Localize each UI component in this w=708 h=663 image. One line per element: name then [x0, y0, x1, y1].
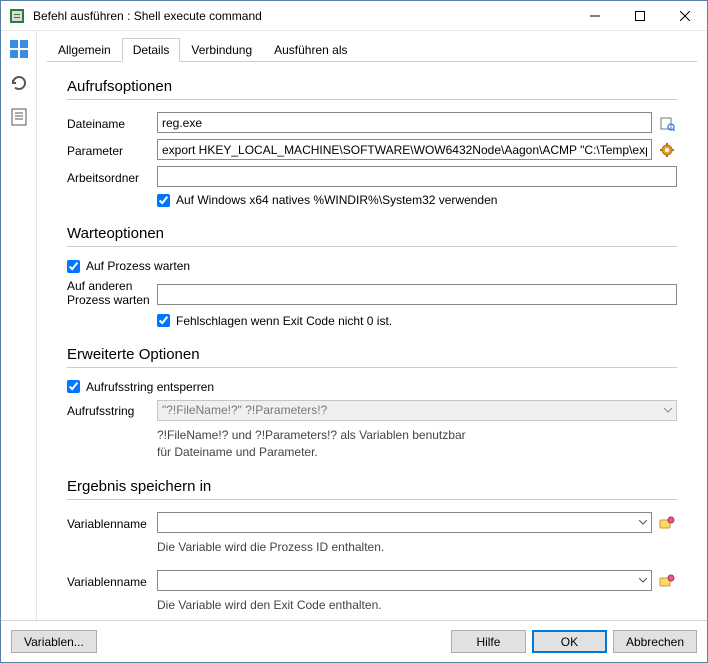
- variable-exit-hint: Die Variable wird den Exit Code enthalte…: [67, 597, 677, 614]
- section-title-call: Aufrufsoptionen: [67, 78, 677, 95]
- variable-exit-action-icon[interactable]: [656, 570, 677, 591]
- chevron-down-icon: [659, 401, 676, 420]
- wait-process-checkbox[interactable]: [67, 260, 80, 273]
- callstring-value: "?!FileName!?" ?!Parameters!?: [158, 403, 659, 417]
- section-extended-options: Erweiterte Optionen Aufrufsstring entspe…: [67, 346, 677, 461]
- variables-button[interactable]: Variablen...: [11, 630, 97, 653]
- section-call-options: Aufrufsoptionen Dateiname Parameter: [67, 78, 677, 207]
- parameter-label: Parameter: [67, 142, 157, 158]
- chevron-down-icon: [634, 513, 651, 532]
- callstring-hint: ?!FileName!? und ?!Parameters!? als Vari…: [67, 427, 677, 461]
- tab-connection[interactable]: Verbindung: [180, 38, 263, 62]
- unlock-callstring-label: Aufrufsstring entsperren: [86, 380, 214, 394]
- section-result: Ergebnis speichern in Variablenname Die …: [67, 478, 677, 614]
- section-wait-options: Warteoptionen Auf Prozess warten Auf and…: [67, 225, 677, 328]
- footer: Variablen... Hilfe OK Abbrechen: [1, 620, 707, 662]
- app-icon: [9, 8, 25, 24]
- browse-file-icon[interactable]: [656, 112, 677, 133]
- window-title: Befehl ausführen : Shell execute command: [33, 9, 572, 23]
- variable-name-label-2: Variablenname: [67, 573, 157, 589]
- callstring-label: Aufrufsstring: [67, 402, 157, 418]
- variable-pid-action-icon[interactable]: [656, 512, 677, 533]
- tab-bar: Allgemein Details Verbindung Ausführen a…: [47, 37, 697, 62]
- wait-other-label: Auf anderenProzess warten: [67, 279, 157, 308]
- document-icon[interactable]: [7, 105, 31, 129]
- fail-exit-checkbox[interactable]: [157, 314, 170, 327]
- variable-exit-combo[interactable]: [157, 570, 652, 591]
- filename-label: Dateiname: [67, 115, 157, 131]
- workdir-label: Arbeitsordner: [67, 169, 157, 185]
- chevron-down-icon: [634, 571, 651, 590]
- fail-exit-label: Fehlschlagen wenn Exit Code nicht 0 ist.: [176, 314, 392, 328]
- tiles-icon[interactable]: [7, 37, 31, 61]
- wait-other-input[interactable]: [157, 284, 677, 305]
- minimize-button[interactable]: [572, 1, 617, 30]
- cancel-button[interactable]: Abbrechen: [613, 630, 697, 653]
- section-title-result: Ergebnis speichern in: [67, 478, 677, 495]
- x64-label: Auf Windows x64 natives %WINDIR%\System3…: [176, 193, 497, 207]
- variable-name-label-1: Variablenname: [67, 515, 157, 531]
- close-button[interactable]: [662, 1, 707, 30]
- variable-pid-hint: Die Variable wird die Prozess ID enthalt…: [67, 539, 677, 556]
- tab-details[interactable]: Details: [122, 38, 181, 62]
- x64-checkbox[interactable]: [157, 194, 170, 207]
- variable-pid-combo[interactable]: [157, 512, 652, 533]
- maximize-button[interactable]: [617, 1, 662, 30]
- filename-input[interactable]: [157, 112, 652, 133]
- callstring-combo[interactable]: "?!FileName!?" ?!Parameters!?: [157, 400, 677, 421]
- sidebar: [1, 31, 37, 620]
- titlebar: Befehl ausführen : Shell execute command: [1, 1, 707, 31]
- help-button[interactable]: Hilfe: [451, 630, 526, 653]
- section-title-ext: Erweiterte Optionen: [67, 346, 677, 363]
- unlock-callstring-checkbox[interactable]: [67, 380, 80, 393]
- workdir-input[interactable]: [157, 166, 677, 187]
- wait-process-label: Auf Prozess warten: [86, 259, 190, 273]
- refresh-icon[interactable]: [7, 71, 31, 95]
- ok-button[interactable]: OK: [532, 630, 607, 653]
- tab-general[interactable]: Allgemein: [47, 38, 122, 62]
- gear-icon[interactable]: [656, 139, 677, 160]
- tab-runas[interactable]: Ausführen als: [263, 38, 358, 62]
- section-title-wait: Warteoptionen: [67, 225, 677, 242]
- parameter-input[interactable]: [157, 139, 652, 160]
